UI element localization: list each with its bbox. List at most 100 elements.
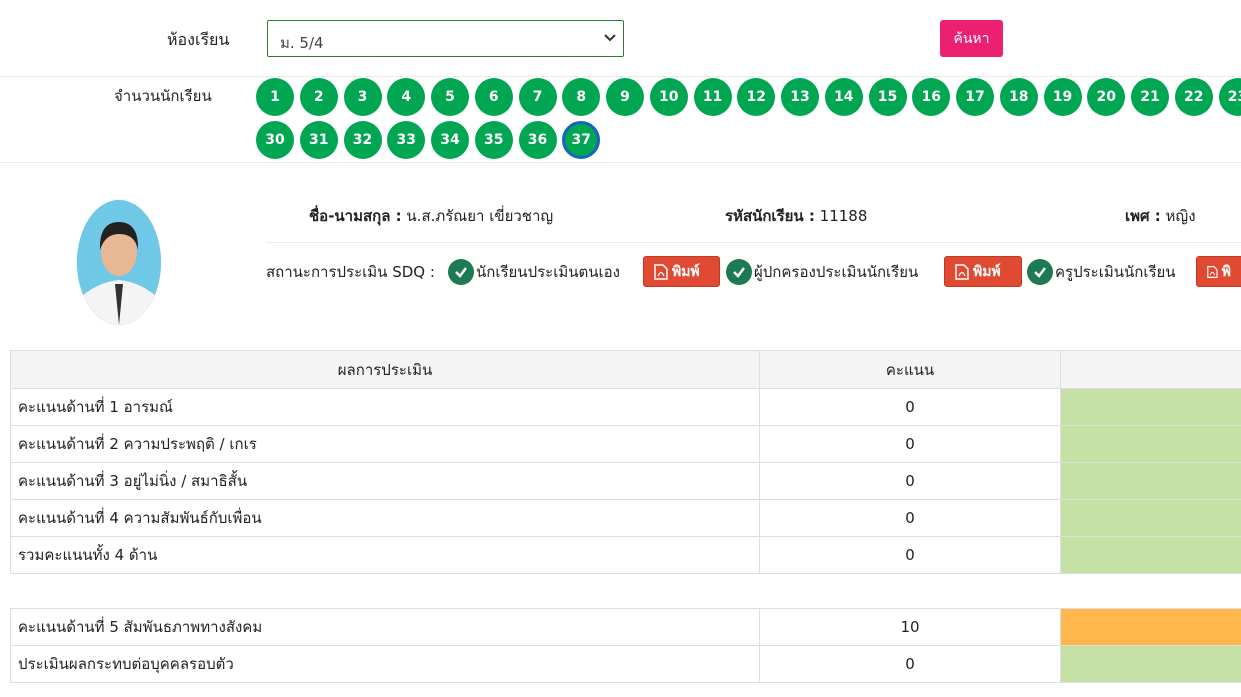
level-color-cell xyxy=(1060,462,1241,500)
table-row: ประเมินผลกระทบต่อบุคคลรอบตัว 0 xyxy=(10,645,1241,683)
header-result: ผลการประเมิน xyxy=(10,350,760,389)
id-label: รหัสนักเรียน : xyxy=(725,207,815,225)
student-number-button[interactable]: 35 xyxy=(474,121,513,159)
class-select[interactable]: ม. 5/4 xyxy=(267,20,624,57)
level-color-cell xyxy=(1060,388,1241,426)
student-number-button[interactable]: 13 xyxy=(781,78,819,116)
score-cell: 0 xyxy=(759,462,1061,500)
student-number-button[interactable]: 16 xyxy=(912,78,951,116)
id-value: 11188 xyxy=(819,207,868,225)
student-number-button[interactable]: 34 xyxy=(431,121,469,159)
score-cell: 0 xyxy=(759,536,1061,574)
student-number-button[interactable]: 1 xyxy=(256,78,294,116)
name-value: น.ส.ภรัณยา เขี่ยวชาญ xyxy=(406,207,554,225)
student-number-button[interactable]: 11 xyxy=(693,78,732,116)
score-cell: 0 xyxy=(759,645,1061,683)
table-row: รวมคะแนนทั้ง 4 ด้าน 0 xyxy=(10,536,1241,574)
result-label-cell: คะแนนด้านที่ 1 อารมณ์ xyxy=(10,388,760,426)
class-label: ห้องเรียน xyxy=(167,30,230,49)
student-number-button[interactable]: 19 xyxy=(1043,78,1082,116)
student-number-button[interactable]: 32 xyxy=(343,121,382,159)
student-number-button[interactable]: 30 xyxy=(256,121,294,159)
print-label: พิมพ์ xyxy=(672,263,700,280)
student-photo-icon xyxy=(77,200,161,325)
divider xyxy=(0,162,1241,163)
level-color-cell xyxy=(1060,608,1241,646)
student-number-button[interactable]: 8 xyxy=(562,78,601,116)
student-name: ชื่อ-นามสกุล : น.ส.ภรัณยา เขี่ยวชาญ xyxy=(309,204,553,228)
student-number-button[interactable]: 2 xyxy=(299,78,338,116)
print-parent-button[interactable]: พิมพ์ xyxy=(944,256,1022,287)
score-cell: 0 xyxy=(759,425,1061,463)
student-number-button[interactable]: 37 xyxy=(562,121,601,159)
student-id: รหัสนักเรียน : 11188 xyxy=(725,204,867,228)
student-number-button[interactable]: 12 xyxy=(737,78,776,116)
score-cell: 0 xyxy=(759,499,1061,537)
print-self-button[interactable]: พิมพ์ xyxy=(643,256,720,287)
print-label: พิมพ์ xyxy=(973,263,1001,280)
student-number-button[interactable]: 6 xyxy=(474,78,513,116)
sdq-self-status: นักเรียนประเมินตนเอง xyxy=(476,263,620,281)
student-number-button[interactable]: 4 xyxy=(387,78,426,116)
gender-label: เพศ : xyxy=(1125,207,1161,225)
name-label: ชื่อ-นามสกุล : xyxy=(309,207,402,225)
table-row: คะแนนด้านที่ 2 ความประพฤติ / เกเร 0 xyxy=(10,425,1241,463)
result-label-cell: คะแนนด้านที่ 5 สัมพันธภาพทางสังคม xyxy=(10,608,760,646)
header-level xyxy=(1060,350,1241,389)
result-label-cell: รวมคะแนนทั้ง 4 ด้าน xyxy=(10,536,760,574)
level-color-cell xyxy=(1060,645,1241,683)
print-label: พิ xyxy=(1221,263,1231,280)
student-number-button[interactable]: 36 xyxy=(518,121,557,159)
check-circle-icon xyxy=(448,259,474,285)
student-number-button[interactable]: 20 xyxy=(1087,78,1126,116)
sdq-status-label: สถานะการประเมิน SDQ : xyxy=(266,263,435,281)
student-number-button[interactable]: 31 xyxy=(299,121,338,159)
sdq-teacher-status: ครูประเมินนักเรียน xyxy=(1055,263,1176,281)
student-number-button[interactable]: 10 xyxy=(649,78,688,116)
check-circle-icon xyxy=(1027,259,1053,285)
student-number-button[interactable]: 3 xyxy=(343,78,382,116)
level-color-cell xyxy=(1060,425,1241,463)
header-score: คะแนน xyxy=(759,350,1061,389)
student-number-button[interactable]: 17 xyxy=(956,78,994,116)
table-row: คะแนนด้านที่ 1 อารมณ์ 0 xyxy=(10,388,1241,426)
student-number-button[interactable]: 22 xyxy=(1174,78,1213,116)
avatar xyxy=(77,200,161,325)
student-gender: เพศ : หญิง xyxy=(1125,204,1196,228)
result-label-cell: ประเมินผลกระทบต่อบุคคลรอบตัว xyxy=(10,645,760,683)
table-header-row: ผลการประเมิน คะแนน xyxy=(10,350,1241,389)
file-pdf-icon xyxy=(1207,265,1218,278)
gender-value: หญิง xyxy=(1165,207,1196,225)
student-number-button[interactable]: 14 xyxy=(824,78,863,116)
student-number-button[interactable]: 5 xyxy=(431,78,469,116)
table-row: คะแนนด้านที่ 4 ความสัมพันธ์กับเพื่อน 0 xyxy=(10,499,1241,537)
table-spacer-row xyxy=(10,573,1241,609)
search-button[interactable]: ค้นหา xyxy=(940,20,1003,57)
student-number-button[interactable]: 9 xyxy=(606,78,644,116)
student-number-button[interactable]: 21 xyxy=(1131,78,1169,116)
level-color-cell xyxy=(1060,499,1241,537)
chevron-down-icon xyxy=(604,34,616,42)
spacer-cell xyxy=(10,573,1241,609)
level-color-cell xyxy=(1060,536,1241,574)
result-label-cell: คะแนนด้านที่ 4 ความสัมพันธ์กับเพื่อน xyxy=(10,499,760,537)
student-number-button[interactable]: 15 xyxy=(868,78,907,116)
student-number-button[interactable]: 23 xyxy=(1218,78,1241,116)
file-pdf-icon xyxy=(654,263,668,280)
print-teacher-button[interactable]: พิ xyxy=(1196,256,1241,287)
check-circle-icon xyxy=(726,259,752,285)
table-row: คะแนนด้านที่ 3 อยู่ไม่นิ่ง / สมาธิสั้น 0 xyxy=(10,462,1241,500)
student-number-button[interactable]: 33 xyxy=(387,121,426,159)
score-cell: 10 xyxy=(759,608,1061,646)
assessment-result-table: ผลการประเมิน คะแนน คะแนนด้านที่ 1 อารมณ์… xyxy=(10,350,1241,683)
divider xyxy=(0,76,1241,77)
table-row: คะแนนด้านที่ 5 สัมพันธภาพทางสังคม 10 xyxy=(10,608,1241,646)
student-number-button[interactable]: 7 xyxy=(518,78,557,116)
table-body: คะแนนด้านที่ 1 อารมณ์ 0 คะแนนด้านที่ 2 ควา… xyxy=(10,388,1241,683)
file-pdf-icon xyxy=(955,263,969,280)
student-count-label: จำนวนนักเรียน xyxy=(114,87,212,105)
student-number-button[interactable]: 18 xyxy=(999,78,1038,116)
class-select-value: ม. 5/4 xyxy=(280,34,324,52)
result-label-cell: คะแนนด้านที่ 2 ความประพฤติ / เกเร xyxy=(10,425,760,463)
divider xyxy=(266,242,1241,243)
